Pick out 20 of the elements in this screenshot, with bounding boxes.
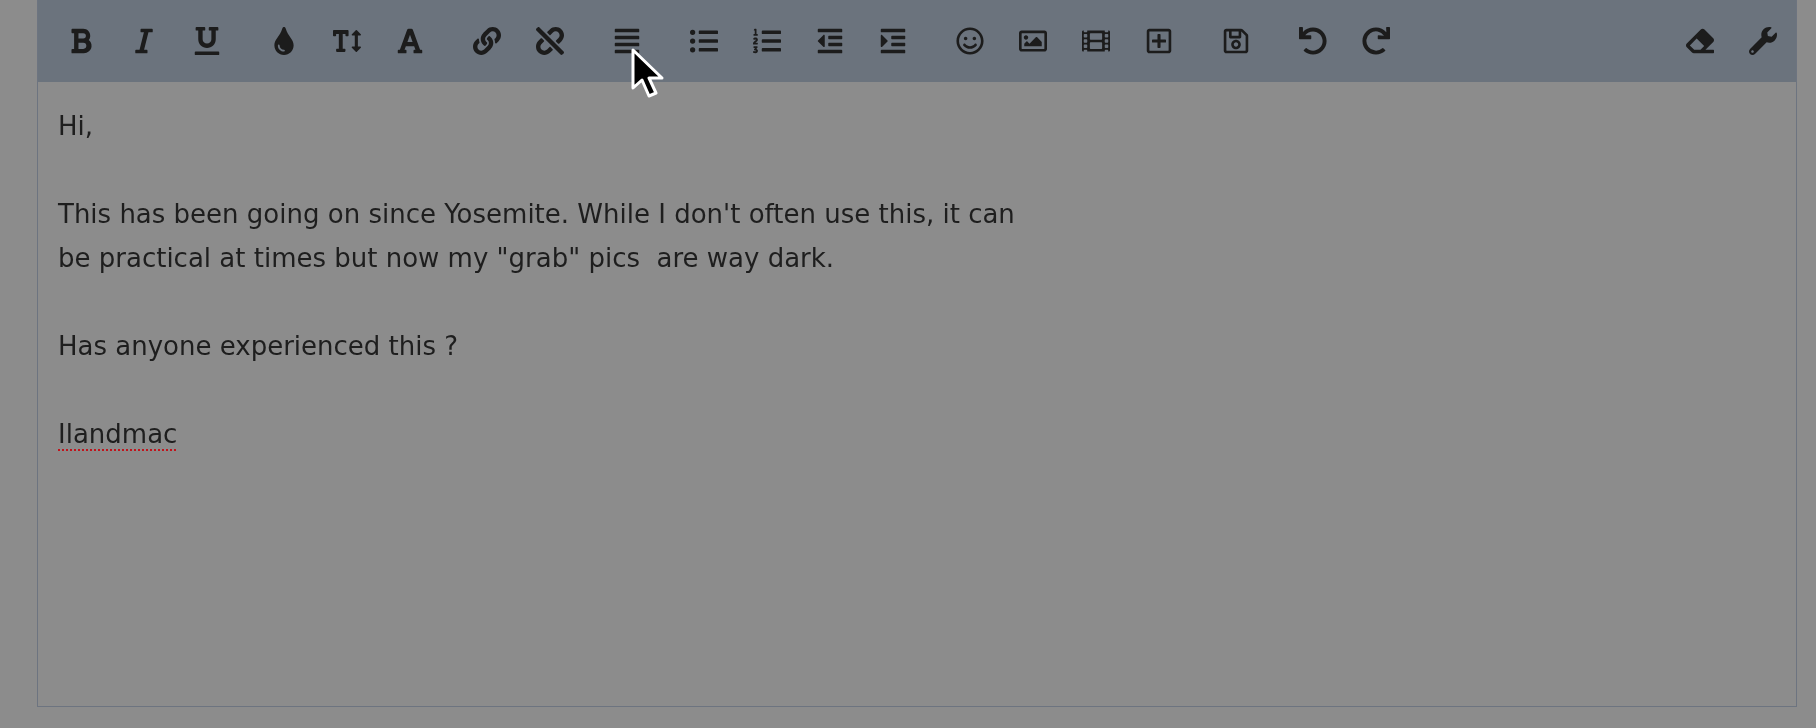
wrench-icon bbox=[1748, 27, 1777, 55]
numbered-list-icon bbox=[752, 27, 781, 55]
paragraph: Has anyone experienced this ? bbox=[58, 330, 459, 363]
outdent-icon bbox=[815, 27, 844, 55]
paragraph: This has been going on since Yosemite. While I don't often use this, it can be practical at times but now my "grab" pics are way dark. bbox=[58, 198, 1015, 275]
redo-icon bbox=[1361, 27, 1390, 55]
undo-icon bbox=[1298, 27, 1327, 55]
underline-icon bbox=[192, 27, 221, 55]
link-icon bbox=[472, 27, 501, 55]
save-icon bbox=[1221, 27, 1250, 55]
text-size-icon bbox=[332, 27, 361, 55]
eraser-icon bbox=[1685, 27, 1714, 55]
paragraph: Hi, bbox=[58, 110, 94, 143]
bullet-list-icon bbox=[689, 27, 718, 55]
align-justify-icon bbox=[612, 27, 641, 55]
font-icon bbox=[395, 27, 424, 55]
unlink-icon bbox=[535, 27, 564, 55]
smiley-icon bbox=[955, 27, 984, 55]
misspelled-word: Ilandmac bbox=[58, 418, 178, 451]
indent-icon bbox=[878, 27, 907, 55]
